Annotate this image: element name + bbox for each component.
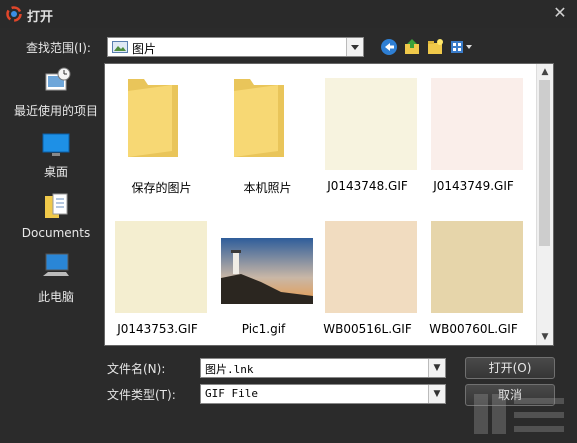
file-item[interactable]: 本机照片	[216, 69, 319, 199]
file-name-value: 图片.lnk	[205, 363, 254, 376]
place-desktop[interactable]: 桌面	[8, 130, 104, 182]
app-logo-icon	[6, 6, 22, 22]
place-recent-items[interactable]: 最近使用的项目	[8, 66, 104, 124]
image-thumbnail	[431, 78, 523, 170]
image-thumbnail	[325, 78, 417, 170]
file-type-value: GIF File	[205, 387, 258, 400]
folder-icon	[234, 79, 284, 157]
up-folder-icon[interactable]	[403, 38, 421, 56]
watermark-logo	[474, 394, 564, 434]
file-name: J0143753.GIF	[117, 322, 198, 336]
documents-icon	[45, 193, 68, 218]
back-icon[interactable]	[380, 38, 398, 56]
places-bar: 最近使用的项目 桌面 Documents 此电脑	[8, 62, 104, 342]
window-title: 打开	[27, 10, 54, 25]
file-name: J0143748.GIF	[327, 179, 408, 193]
desktop-icon	[42, 133, 70, 156]
file-item[interactable]: WB00516L.GIF	[316, 212, 419, 342]
chevron-down-icon[interactable]: ▼	[428, 359, 445, 377]
image-thumbnail	[431, 221, 523, 313]
file-name: J0143749.GIF	[433, 179, 514, 193]
place-documents[interactable]: Documents	[8, 190, 104, 240]
file-name: 本机照片	[243, 181, 292, 195]
look-in-value: 图片	[132, 42, 157, 56]
image-thumbnail	[325, 221, 417, 313]
place-label: 此电脑	[37, 290, 74, 304]
image-thumbnail	[115, 221, 207, 313]
place-label: Documents	[21, 226, 91, 240]
place-label: 桌面	[43, 165, 68, 179]
place-label: 最近使用的项目	[13, 104, 98, 118]
file-name-field[interactable]: 图片.lnk ▼	[200, 358, 446, 378]
file-type-select[interactable]: GIF File ▼	[200, 384, 446, 404]
file-name: WB00760L.GIF	[429, 322, 518, 336]
pictures-folder-icon	[112, 41, 128, 53]
close-icon: ✕	[553, 3, 567, 22]
image-thumbnail	[221, 238, 313, 304]
file-item[interactable]: J0143748.GIF	[316, 69, 419, 199]
file-type-label: 文件类型(T):	[107, 388, 176, 402]
vertical-scrollbar[interactable]: ▲ ▼	[536, 64, 553, 345]
file-name: Pic1.gif	[241, 322, 286, 336]
file-list[interactable]: 保存的图片 本机照片 J0143748.GIF J0143749.GIF J01…	[104, 63, 554, 346]
chevron-down-icon[interactable]	[346, 38, 363, 56]
file-item[interactable]: J0143749.GIF	[422, 69, 525, 199]
place-this-pc[interactable]: 此电脑	[8, 250, 104, 304]
scroll-up-icon[interactable]: ▲	[537, 64, 553, 80]
open-button[interactable]: 打开(O)	[465, 357, 555, 379]
title-bar: 打开 ✕	[0, 0, 577, 28]
file-item[interactable]: J0143753.GIF	[106, 212, 209, 342]
scroll-down-icon[interactable]: ▼	[537, 329, 553, 345]
chevron-down-icon[interactable]: ▼	[428, 385, 445, 403]
close-button[interactable]: ✕	[549, 3, 571, 23]
scroll-thumb[interactable]	[539, 80, 550, 246]
file-item[interactable]: Pic1.gif	[212, 212, 315, 342]
file-name: 保存的图片	[131, 181, 192, 195]
new-folder-icon[interactable]	[426, 38, 444, 56]
recent-items-icon	[45, 67, 71, 91]
file-item[interactable]: WB00760L.GIF	[422, 212, 525, 342]
look-in-label: 查找范围(I):	[26, 41, 91, 55]
file-name-label: 文件名(N):	[107, 362, 166, 376]
folder-icon	[128, 79, 178, 157]
view-menu-icon[interactable]	[449, 38, 475, 56]
file-name: WB00516L.GIF	[323, 322, 412, 336]
look-in-dropdown[interactable]: 图片	[107, 37, 364, 57]
computer-icon	[43, 253, 69, 276]
file-item[interactable]: 保存的图片	[110, 69, 213, 199]
